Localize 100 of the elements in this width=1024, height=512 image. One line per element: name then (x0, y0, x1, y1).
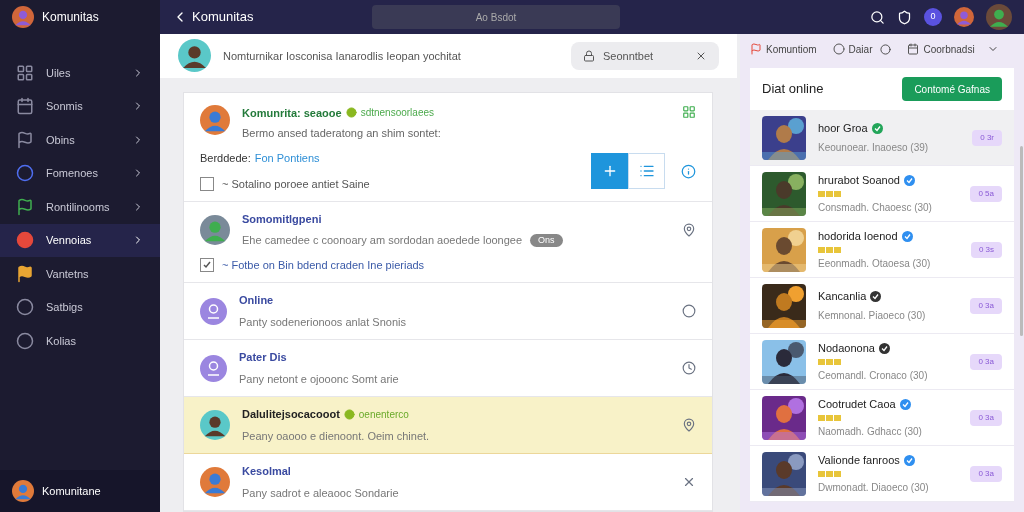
player-name: Valionde fanroos (818, 452, 900, 468)
grid-icon[interactable] (682, 104, 696, 119)
verified-icon (899, 398, 911, 410)
player-meta: Keounoear. Inaoeso (39) (818, 140, 930, 155)
pin-icon[interactable] (682, 418, 696, 432)
player-row[interactable]: hodorida Ioenod Eeonmadh. Otaoesa (30) 0 3s (750, 222, 1014, 278)
back-button[interactable]: Komunitas (172, 7, 372, 27)
field-link[interactable]: Fon Pontiens (254, 149, 320, 166)
post-tag: sdtnensoorlaees (360, 105, 435, 121)
verified-icon (871, 123, 883, 134)
player-pill: 0 3a (970, 353, 1002, 370)
coin-icon (343, 408, 355, 420)
app-title: Komunitas (42, 9, 99, 26)
player-row[interactable]: Kancanlia Kemnonal. Piaoeco (30) 0 3a (750, 278, 1014, 334)
close-icon[interactable] (682, 475, 696, 489)
player-pill: 0 3a (970, 465, 1002, 482)
sidebar-item[interactable]: Kolias (0, 324, 160, 358)
player-name: hoor Groa (818, 121, 868, 137)
player-row[interactable]: Nodaonona Ceomandl. Cronaco (30) 0 3a (750, 334, 1014, 390)
pin-icon[interactable] (682, 222, 696, 237)
player-meta: Consmadh. Chaoesc (30) (818, 201, 933, 216)
verified-icon (878, 342, 890, 354)
player-name: Nodaonona (818, 340, 875, 356)
player-pill: 0 3a (970, 297, 1002, 314)
player-meta: Eeonmadh. Otaoesa (30) (818, 257, 932, 272)
coin-icon (345, 107, 357, 119)
sidebar-item[interactable]: Satbigs (0, 290, 160, 324)
avatar (954, 7, 974, 27)
sidebar-item[interactable]: Uiles (0, 56, 160, 90)
composer-prompt[interactable]: Nomturnikar Iosconisa Ianarodlis Ieopan yochitat (223, 47, 559, 64)
circle-icon[interactable] (880, 43, 892, 55)
feed-row[interactable]: Dalulitejsocacooot oenenterco Peany oaooo e dienoont. Oeim chinet. (184, 397, 712, 454)
sidebar-item[interactable]: Obins (0, 123, 160, 157)
clock-icon[interactable] (682, 361, 696, 375)
player-pill: 0 3a (970, 409, 1002, 426)
info-icon[interactable] (681, 163, 696, 179)
row-text: Panty sodenerionoos anlat Snonis (239, 314, 406, 330)
search-icon[interactable] (870, 9, 885, 25)
checkbox-label: ~ Sotalino poroee antiet Saine (222, 177, 370, 192)
search-field[interactable]: Ao Bsdot (372, 5, 620, 29)
footer-label: Komunitane (42, 483, 101, 499)
sidebar-item[interactable]: Rontilinooms (0, 190, 160, 224)
row-title[interactable]: Somomitlgpeni (242, 210, 322, 227)
verified-icon (901, 230, 913, 242)
group-icon (200, 354, 227, 382)
player-name: hodorida Ioenod (818, 228, 898, 244)
panel-tab[interactable]: Komuntiom (750, 41, 817, 57)
player-meta: Kemnonal. Piaoeco (30) (818, 308, 927, 323)
row-title[interactable]: Kesolmal (242, 463, 291, 480)
notification-badge[interactable]: 0 (924, 8, 942, 26)
avatar (200, 214, 230, 245)
verified-icon (870, 291, 882, 302)
feed-row[interactable]: Kesolmal Pany sadrot e aleaooc Sondarie (184, 454, 712, 511)
check-icon (202, 259, 212, 270)
post-text: Bermo ansed taderatong an shim sontet: (242, 126, 442, 141)
circle-icon[interactable] (682, 304, 696, 318)
add-button[interactable] (591, 153, 628, 189)
player-row[interactable]: Cootrudet Caoa Naomadh. Gdhacc (30) 0 3a (750, 390, 1014, 446)
row-text: Peany oaooo e dienoont. Oeim chinet. (242, 428, 430, 444)
sidebar-item[interactable]: Sonmis (0, 89, 160, 123)
row-text: Pany sadrot e aleaooc Sondarie (242, 485, 399, 501)
panel-tab[interactable]: Coorbnadsi (907, 41, 999, 57)
scrollbar[interactable] (1020, 146, 1023, 336)
checkbox-label: ~ Fotbe on Bin bdend craden Ine pieriads (222, 257, 425, 273)
player-row[interactable]: Valionde fanroos Dwmonadt. Diaoeco (30) 0 3a (750, 446, 1014, 502)
row-title[interactable]: Pater Dis (239, 349, 287, 366)
player-row[interactable]: hoor Groa Keounoear. Inaoeso (39) 0 3r (750, 110, 1014, 166)
post-title[interactable]: Komunrita: seaooe (242, 104, 342, 121)
panel-tab[interactable]: Daiar (832, 41, 892, 57)
lock-icon (583, 49, 595, 62)
row-chip: Ons (530, 233, 563, 247)
avatar (200, 104, 230, 135)
shield-icon[interactable] (897, 9, 912, 25)
group-icon (200, 297, 227, 325)
checkbox[interactable] (200, 257, 214, 272)
flag-icon[interactable] (750, 43, 762, 55)
player-name: Cootrudet Caoa (818, 396, 896, 412)
player-name: hrurabot Soanod (818, 172, 900, 188)
player-pill: 0 5a (970, 185, 1002, 202)
row-title[interactable]: Online (239, 292, 274, 309)
player-pill: 0 3r (972, 129, 1002, 146)
list-view-button[interactable] (628, 153, 665, 189)
filter-chip[interactable]: Seonntbet (571, 41, 719, 70)
player-row[interactable]: hrurabot Soanod Consmadh. Chaoesc (30) 0 5a (750, 166, 1014, 222)
primary-button[interactable]: Contomé Gafnas (902, 77, 1002, 101)
player-meta: Ceomandl. Cronaco (30) (818, 369, 929, 384)
sidebar-item[interactable]: Vantetns (0, 257, 160, 291)
sidebar-item[interactable]: Vennoias (0, 223, 160, 257)
field-label: Berddede: (200, 150, 251, 166)
feed-row[interactable]: Online Panty sodenerionoos anlat Snonis (184, 283, 712, 340)
player-meta: Dwmonadt. Diaoeco (30) (818, 481, 930, 496)
calendar-icon[interactable] (907, 43, 920, 55)
row-tag: oenenterco (358, 406, 409, 422)
sidebar-item[interactable]: Fomenoes (0, 156, 160, 190)
circle-icon[interactable] (832, 43, 845, 55)
checkbox[interactable] (200, 177, 214, 192)
feed-row[interactable]: Somomitlgpeni Ehe camedee c coonoary am sordodan aoedede loongee Ons ~ Fotbe on Bin bdend craden Ine pieriads (184, 201, 712, 283)
list-icon[interactable] (638, 163, 655, 179)
row-title[interactable]: Dalulitejsocacooot (242, 406, 340, 423)
avatar (200, 467, 230, 497)
